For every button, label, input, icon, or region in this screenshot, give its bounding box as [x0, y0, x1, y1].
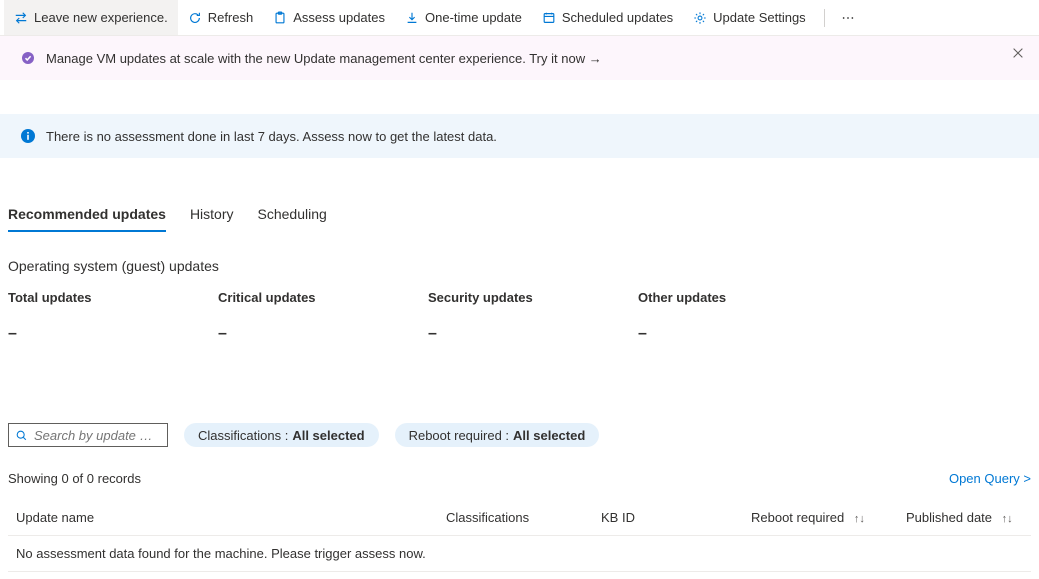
card-other-updates: Other updates – [638, 290, 848, 343]
promo-text: Manage VM updates at scale with the new … [46, 51, 529, 66]
scheduled-updates-button[interactable]: Scheduled updates [532, 0, 683, 35]
col-published-date[interactable]: Published date ↑↓ [898, 500, 1031, 536]
gear-icon [693, 11, 707, 25]
pill-value: All selected [513, 428, 585, 443]
card-label: Total updates [8, 290, 218, 305]
update-settings-button[interactable]: Update Settings [683, 0, 816, 35]
classifications-filter[interactable]: Classifications : All selected [184, 423, 379, 447]
scheduled-label: Scheduled updates [562, 10, 673, 25]
card-security-updates: Security updates – [428, 290, 638, 343]
reboot-required-filter[interactable]: Reboot required : All selected [395, 423, 600, 447]
card-label: Security updates [428, 290, 638, 305]
calendar-icon [542, 11, 556, 25]
settings-label: Update Settings [713, 10, 806, 25]
info-banner: There is no assessment done in last 7 da… [0, 114, 1039, 158]
col-kb-id[interactable]: KB ID [593, 500, 743, 536]
onetime-label: One-time update [425, 10, 522, 25]
promo-message: Manage VM updates at scale with the new … [46, 51, 1023, 66]
card-label: Other updates [638, 290, 848, 305]
tabs: Recommended updates History Scheduling [0, 198, 1039, 232]
sort-icon: ↑↓ [1002, 513, 1013, 525]
info-text: There is no assessment done in last 7 da… [46, 129, 497, 144]
leave-experience-button[interactable]: Leave new experience. [4, 0, 178, 35]
col-reboot-required[interactable]: Reboot required ↑↓ [743, 500, 898, 536]
search-icon [15, 429, 28, 442]
tab-scheduling[interactable]: Scheduling [258, 198, 327, 232]
records-summary: Showing 0 of 0 records [8, 471, 141, 486]
arrow-right-icon: → [589, 51, 602, 66]
search-box[interactable] [8, 423, 168, 447]
updates-table: Update name Classifications KB ID Reboot… [8, 500, 1031, 572]
col-classifications[interactable]: Classifications [438, 500, 593, 536]
summary-cards: Total updates – Critical updates – Secur… [8, 290, 1031, 343]
card-total-updates: Total updates – [8, 290, 218, 343]
card-label: Critical updates [218, 290, 428, 305]
swap-icon [14, 11, 28, 25]
section-title: Operating system (guest) updates [8, 258, 1031, 274]
sort-icon: ↑↓ [854, 513, 865, 525]
refresh-icon [188, 11, 202, 25]
more-icon [841, 11, 855, 25]
leave-label: Leave new experience. [34, 10, 168, 25]
toolbar-more-button[interactable] [833, 0, 863, 35]
assess-updates-button[interactable]: Assess updates [263, 0, 395, 35]
card-value: – [428, 325, 638, 343]
toolbar-separator [824, 9, 825, 27]
download-icon [405, 11, 419, 25]
command-toolbar: Leave new experience. Refresh Assess upd… [0, 0, 1039, 36]
refresh-label: Refresh [208, 10, 254, 25]
content-area: Operating system (guest) updates Total u… [0, 258, 1039, 572]
table-header-row: Update name Classifications KB ID Reboot… [8, 500, 1031, 536]
tab-history[interactable]: History [190, 198, 234, 232]
col-label: Reboot required [751, 510, 844, 525]
pill-value: All selected [292, 428, 364, 443]
promo-banner: Manage VM updates at scale with the new … [0, 36, 1039, 80]
records-summary-row: Showing 0 of 0 records Open Query > [8, 471, 1031, 486]
clipboard-icon [273, 11, 287, 25]
promo-bullet-icon [20, 50, 36, 66]
refresh-button[interactable]: Refresh [178, 0, 264, 35]
card-value: – [8, 325, 218, 343]
card-critical-updates: Critical updates – [218, 290, 428, 343]
empty-message: No assessment data found for the machine… [8, 536, 1031, 572]
card-value: – [638, 325, 848, 343]
card-value: – [218, 325, 428, 343]
try-label: Try it now [529, 51, 585, 66]
pill-label: Classifications : [198, 428, 288, 443]
one-time-update-button[interactable]: One-time update [395, 0, 532, 35]
col-label: Published date [906, 510, 992, 525]
info-icon [20, 128, 36, 144]
assess-label: Assess updates [293, 10, 385, 25]
promo-close-button[interactable] [1011, 46, 1027, 62]
table-empty-row: No assessment data found for the machine… [8, 536, 1031, 572]
filters-row: Classifications : All selected Reboot re… [8, 423, 1031, 447]
tab-recommended-updates[interactable]: Recommended updates [8, 198, 166, 232]
open-query-link[interactable]: Open Query > [949, 471, 1031, 486]
col-update-name[interactable]: Update name [8, 500, 438, 536]
pill-label: Reboot required : [409, 428, 509, 443]
try-it-now-link[interactable]: Try it now → [529, 51, 601, 66]
